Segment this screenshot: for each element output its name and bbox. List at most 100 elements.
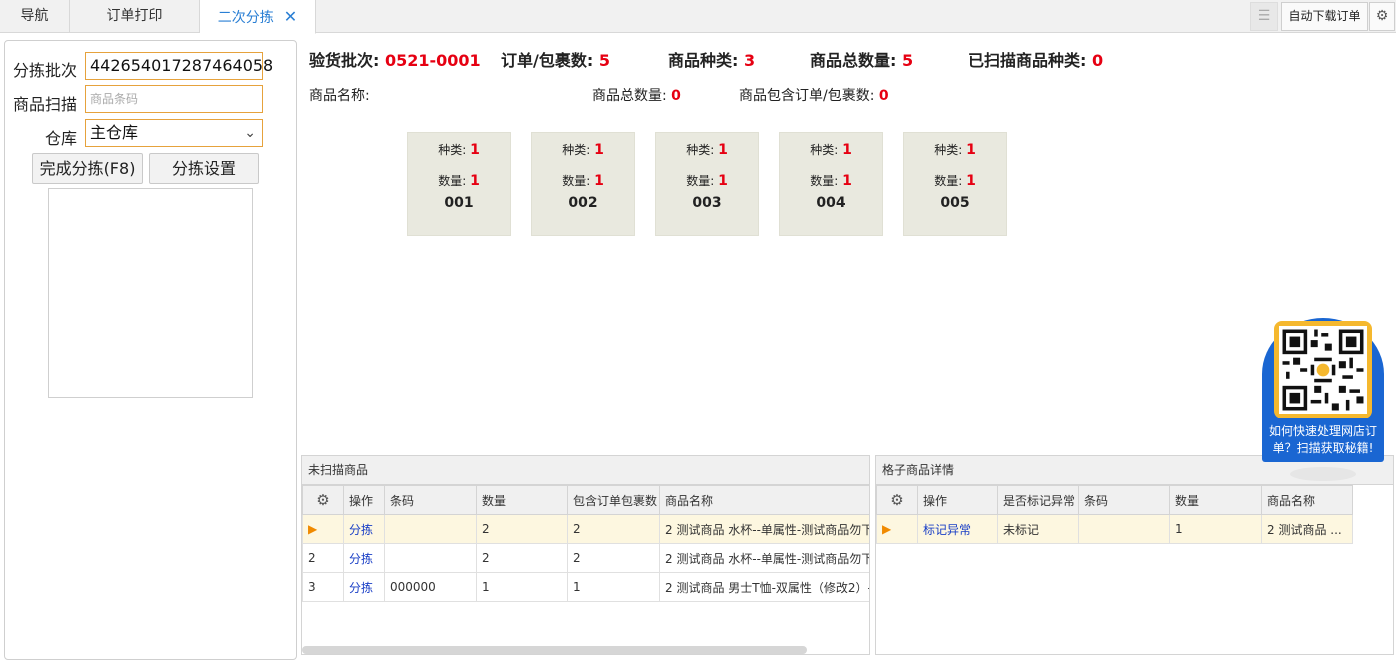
table-row[interactable]: 3 分拣 000000 1 1 2 测试商品 男士T恤-双属性（修改2）-测 [302,572,869,602]
sort-link[interactable]: 分拣 [349,523,373,537]
promo-qr-widget[interactable]: 如何快速处理网店订单？扫描获取秘籍! [1262,318,1384,483]
sort-grid-cell[interactable]: 种类: 1 数量: 1 004 [779,132,883,236]
action-cell[interactable]: 标记异常 [917,514,998,544]
column-header[interactable]: 条码 [1078,485,1170,515]
field-value: 0 [671,88,681,104]
qty-cell: 1 [1169,514,1262,544]
sort-link[interactable]: 分拣 [349,552,373,566]
batch-label: 分拣批次 [13,61,78,80]
name-cell: 2 测试商品 男士T恤-双属性（修改2）-测 [659,572,869,602]
barcode-scan-input[interactable]: 商品条码 [85,85,263,113]
warehouse-value: 主仓库 [90,123,139,142]
column-settings-icon[interactable]: ⚙ [876,485,918,515]
table-row[interactable]: 2 分拣 2 2 2 测试商品 水杯--单属性-测试商品勿下单 [302,543,869,573]
row-indicator: ▶ [302,514,344,544]
horizontal-scrollbar[interactable] [302,646,807,654]
stat-value: 0 [1091,51,1104,70]
flag-cell: 未标记 [997,514,1079,544]
orders-cell: 2 [567,514,660,544]
row-arrow-icon: ▶ [882,522,892,536]
grid-detail-panel: 格子商品详情 ⚙ 操作 是否标记异常 条码 数量 商品名称 ▶ 标记异常 未标记… [875,455,1394,655]
grid-qty: 数量: 1 [408,172,510,189]
column-header[interactable]: 条码 [384,485,477,515]
row-arrow-icon: ▶ [308,522,318,536]
column-header[interactable]: 数量 [1169,485,1262,515]
row-index: 3 [302,572,344,602]
orders-cell: 1 [567,572,660,602]
action-cell[interactable]: 分拣 [343,572,385,602]
warehouse-select[interactable]: 主仓库 ⌄ [85,119,263,147]
column-header[interactable]: 操作 [917,485,998,515]
grid-value: 1 [718,173,728,189]
column-header[interactable]: 操作 [343,485,385,515]
grid-qty: 数量: 1 [904,172,1006,189]
auto-download-button[interactable]: 自动下载订单 [1281,2,1368,31]
finish-sort-button[interactable]: 完成分拣(F8) [32,153,143,184]
grid-label: 数量: [562,174,591,188]
stat-label: 订单/包裹数: [501,51,594,70]
sort-grid-cell[interactable]: 种类: 1 数量: 1 003 [655,132,759,236]
promo-shadow [1290,467,1356,481]
mark-exception-link[interactable]: 标记异常 [923,523,971,537]
stat-value: 0521-0001 [384,51,481,70]
tab-navigation[interactable]: 导航 [0,0,70,33]
warehouse-label: 仓库 [45,129,78,148]
column-header[interactable]: 商品名称 [1261,485,1353,515]
qr-code-icon [1279,326,1367,414]
field-label: 商品名称: [309,88,370,104]
grid-kind: 种类: 1 [408,141,510,158]
grid-label: 种类: [562,143,591,157]
column-header[interactable]: 是否标记异常 [997,485,1079,515]
column-header[interactable]: 包含订单包裹数 [567,485,660,515]
grid-label: 数量: [686,174,715,188]
qty-cell: 1 [476,572,568,602]
product-orders-field: 商品包含订单/包裹数: 0 [739,85,889,105]
qr-border [1274,321,1372,419]
promo-caption: 如何快速处理网店订单？扫描获取秘籍! [1262,418,1384,462]
grid-kind: 种类: 1 [780,141,882,158]
field-label: 商品包含订单/包裹数: [739,88,875,104]
product-total-field: 商品总数量: 0 [592,85,681,105]
field-label: 商品总数量: [592,88,667,104]
sort-grid-cell[interactable]: 种类: 1 数量: 1 002 [531,132,635,236]
table-row[interactable]: ▶ 分拣 2 2 2 测试商品 水杯--单属性-测试商品勿下单 [302,514,869,544]
grid-code: 002 [568,195,598,211]
sort-grid-cell[interactable]: 种类: 1 数量: 1 005 [903,132,1007,236]
action-cell[interactable]: 分拣 [343,543,385,573]
gear-icon[interactable]: ⚙ [1369,2,1395,31]
column-settings-icon[interactable]: ⚙ [302,485,344,515]
sort-link[interactable]: 分拣 [349,581,373,595]
name-cell: 2 测试商品 水杯--单属性-测试商品勿下单 [659,514,869,544]
detail-table: ⚙ 操作 是否标记异常 条码 数量 商品名称 ▶ 标记异常 未标记 1 2 测试… [876,485,1353,544]
orders-cell: 2 [567,543,660,573]
unscanned-panel: 未扫描商品 ⚙ 操作 条码 数量 包含订单包裹数 商品名称 ▶ 分拣 2 2 2… [301,455,870,655]
column-header[interactable]: 商品名称 [659,485,869,515]
column-header[interactable]: 数量 [476,485,568,515]
unscanned-table: ⚙ 操作 条码 数量 包含订单包裹数 商品名称 ▶ 分拣 2 2 2 测试商品 … [302,485,869,602]
tab-secondary-sort[interactable]: 二次分拣 ✕ [200,0,316,34]
grid-label: 种类: [810,143,839,157]
table-row[interactable]: ▶ 标记异常 未标记 1 2 测试商品 ... [876,514,1353,544]
total-qty-stat: 商品总数量: 5 [810,47,913,71]
list-icon[interactable]: ☰ [1250,2,1278,31]
row-indicator: ▶ [876,514,918,544]
action-cell[interactable]: 分拣 [343,514,385,544]
scan-log-list[interactable] [48,188,253,398]
field-value: 0 [878,88,889,104]
barcode-cell: 000000 [384,572,477,602]
left-panel: 分拣批次 442654017287464058 商品扫描 商品条码 仓库 主仓库… [4,40,297,660]
grid-kind: 种类: 1 [904,141,1006,158]
batch-input[interactable]: 442654017287464058 [85,52,273,80]
stat-value: 5 [901,51,914,70]
close-icon[interactable]: ✕ [284,7,297,26]
grid-code: 003 [692,195,722,211]
grid-code: 001 [444,195,474,211]
table-header: ⚙ 操作 是否标记异常 条码 数量 商品名称 [876,485,1353,515]
grid-qty: 数量: 1 [780,172,882,189]
sort-settings-button[interactable]: 分拣设置 [149,153,259,184]
tab-bar: 导航 订单打印 二次分拣 ✕ ☰ 自动下载订单 ⚙ [0,0,1396,34]
sort-grid-cell[interactable]: 种类: 1 数量: 1 001 [407,132,511,236]
tab-order-print[interactable]: 订单打印 [70,0,200,33]
grid-value: 1 [842,173,852,189]
grid-label: 种类: [438,143,467,157]
